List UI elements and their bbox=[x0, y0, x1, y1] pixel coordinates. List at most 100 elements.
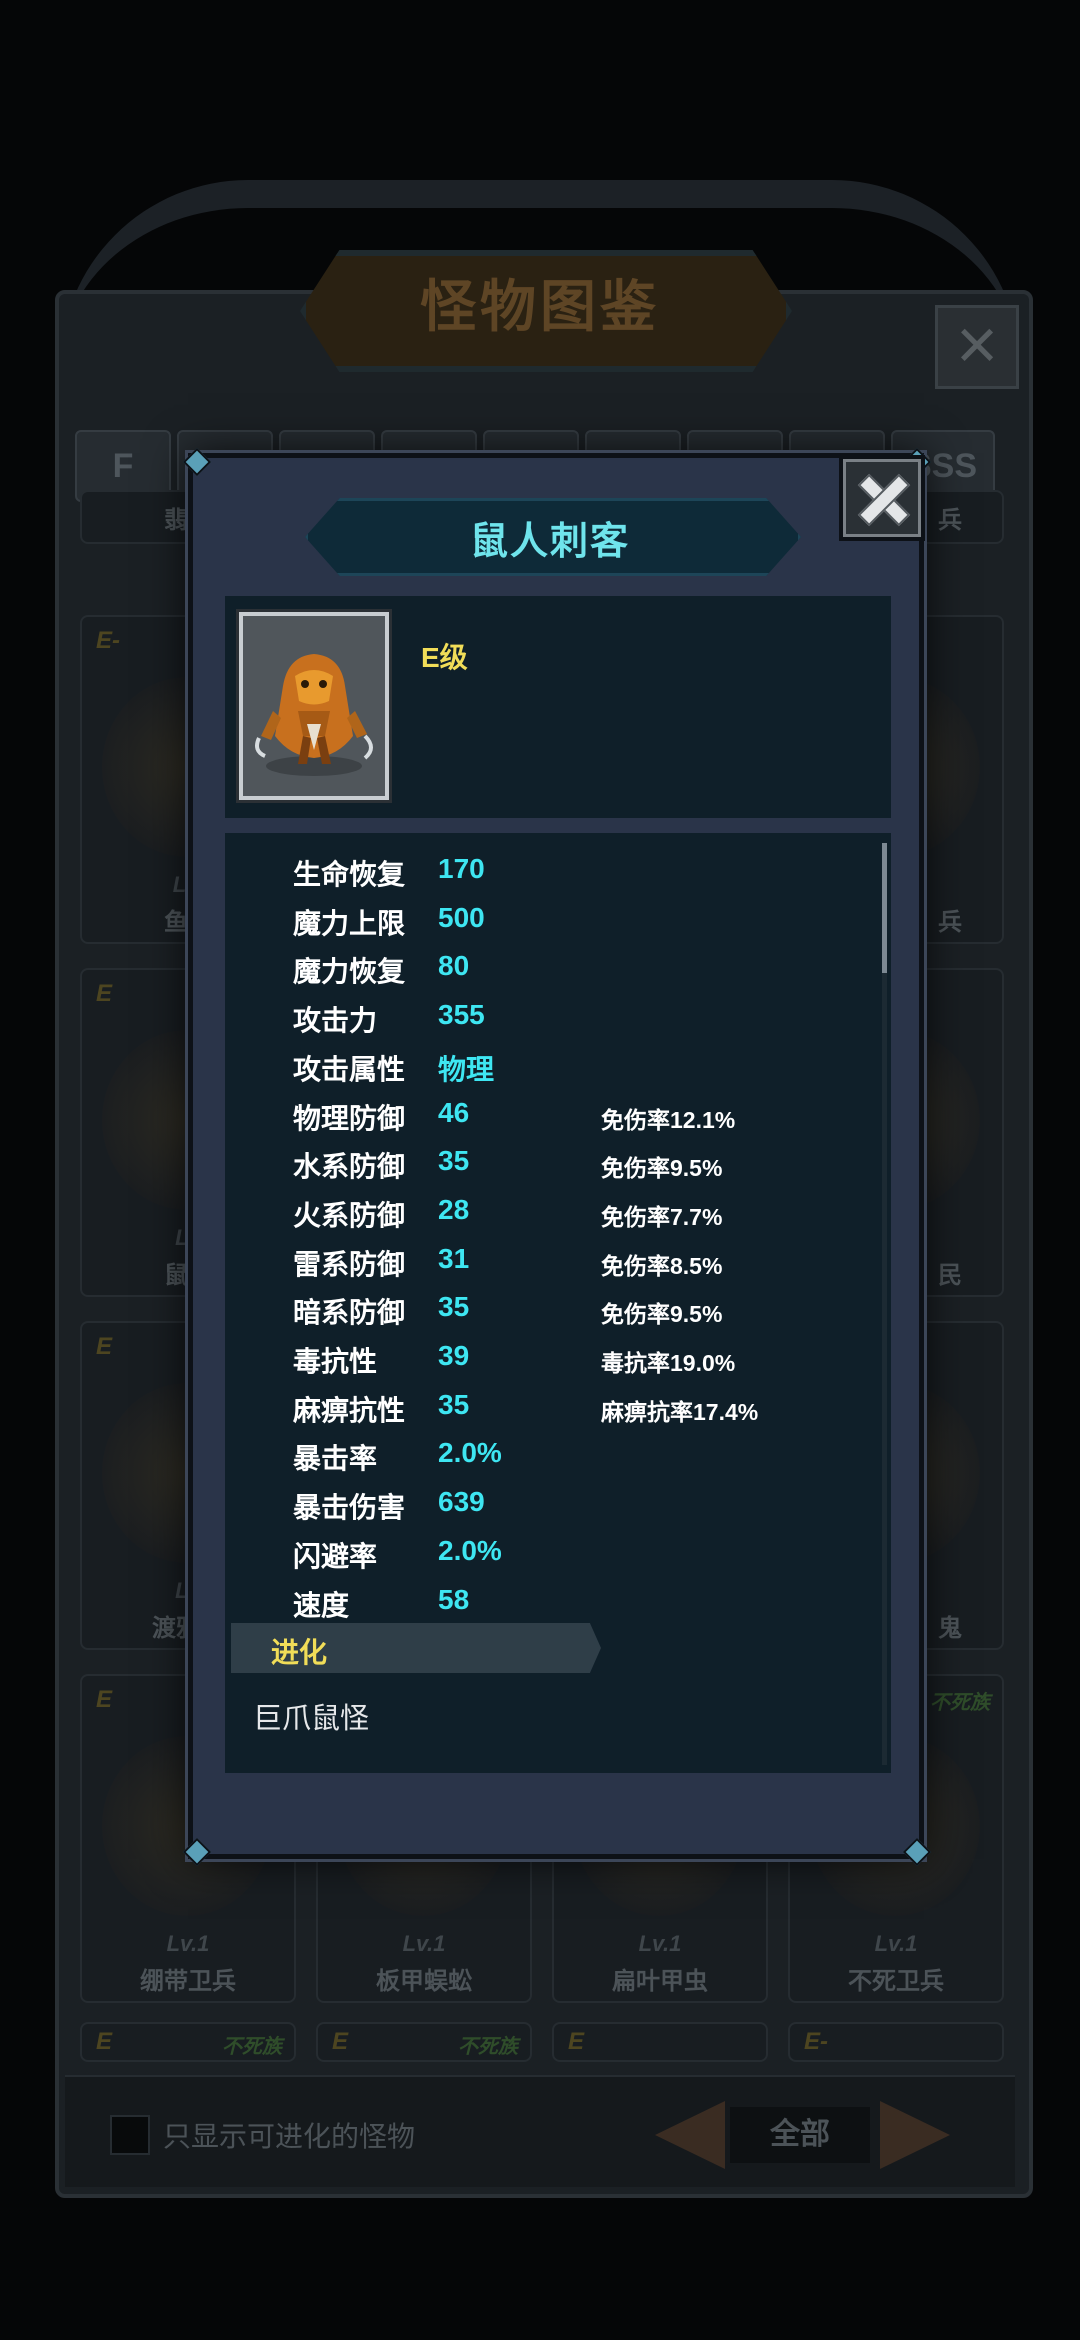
stat-label: 攻击力 bbox=[293, 1005, 378, 1037]
stat-label: 暴击率 bbox=[293, 1443, 378, 1475]
stat-extra: 免伤率9.5% bbox=[601, 1155, 723, 1182]
stat-row: 暴击伤害 639 bbox=[225, 1478, 865, 1524]
monster-name-title: 鼠人刺客 bbox=[469, 521, 630, 563]
stat-value: 35 bbox=[438, 1291, 470, 1323]
monster-grade: E bbox=[96, 1686, 113, 1713]
stat-label: 物理防御 bbox=[293, 1102, 406, 1134]
stat-label: 雷系防御 bbox=[293, 1248, 406, 1280]
monster-grade: E bbox=[96, 1333, 113, 1360]
stat-value: 80 bbox=[438, 950, 470, 982]
monster-detail-dialog: 鼠人刺客 E级 生命恢复 170 魔力上限 500 魔力恢复 80 攻击力 35… bbox=[182, 447, 932, 1867]
close-icon[interactable] bbox=[839, 455, 925, 541]
stat-value: 46 bbox=[438, 1096, 470, 1128]
stat-label: 水系防御 bbox=[293, 1151, 406, 1183]
arrow-left-icon[interactable] bbox=[655, 2101, 725, 2169]
stat-label: 攻击属性 bbox=[293, 1053, 406, 1085]
stat-label: 生命恢复 bbox=[293, 859, 406, 890]
page-title: 怪物图鉴 bbox=[420, 275, 660, 338]
stat-value: 2.0% bbox=[438, 1534, 502, 1566]
monster-level: Lv.1 bbox=[638, 1931, 682, 1956]
stat-row: 攻击力 355 bbox=[225, 991, 865, 1037]
stat-extra: 免伤率12.1% bbox=[601, 1106, 736, 1133]
stat-row: 魔力恢复 80 bbox=[225, 942, 865, 988]
stat-row: 物理防御 46 免伤率12.1% bbox=[225, 1089, 865, 1135]
stat-value: 170 bbox=[438, 853, 485, 884]
stat-label: 麻痹抗性 bbox=[293, 1394, 406, 1426]
stat-value: 28 bbox=[438, 1193, 470, 1225]
stat-value: 639 bbox=[438, 1486, 485, 1518]
monster-grade: E- bbox=[804, 2028, 828, 2055]
stat-extra: 免伤率7.7% bbox=[601, 1203, 723, 1230]
category-selector[interactable]: 全部 bbox=[730, 2107, 870, 2163]
stat-row: 麻痹抗性 35 麻痹抗率17.4% bbox=[225, 1381, 865, 1427]
stat-row: 毒抗性 39 毒抗率19.0% bbox=[225, 1332, 865, 1378]
monster-name: 板甲蜈蚣 bbox=[376, 1968, 472, 1995]
corner-ornament bbox=[182, 447, 212, 477]
stat-label: 暴击伤害 bbox=[293, 1492, 406, 1524]
monster-level: Lv.1 bbox=[402, 1931, 446, 1956]
stat-extra: 麻痹抗率17.4% bbox=[601, 1398, 759, 1425]
monster-level: Lv.1 bbox=[874, 1931, 918, 1956]
stat-extra: 毒抗率19.0% bbox=[601, 1350, 736, 1376]
stat-value: 物理 bbox=[438, 1053, 495, 1085]
monster-race-tag: 不死族 bbox=[458, 2036, 518, 2058]
evolution-section-header: 进化 bbox=[231, 1623, 601, 1673]
monster-level: Lv.1 bbox=[166, 1931, 210, 1956]
monster-name: 不死卫兵 bbox=[848, 1968, 944, 1995]
monster-card[interactable]: E- bbox=[788, 2022, 1004, 2062]
rat-assassin-icon bbox=[255, 654, 373, 776]
monster-grade: E- bbox=[96, 627, 120, 654]
stat-label: 火系防御 bbox=[293, 1199, 406, 1231]
stat-value: 31 bbox=[438, 1242, 470, 1274]
stat-row: 暗系防御 35 免伤率9.5% bbox=[225, 1283, 865, 1329]
evolvable-filter-checkbox[interactable] bbox=[110, 2115, 150, 2155]
stat-label: 魔力恢复 bbox=[293, 956, 406, 988]
stat-value: 355 bbox=[438, 999, 485, 1031]
monster-card[interactable]: E 不死族 bbox=[80, 2022, 296, 2062]
monster-grade: E bbox=[568, 2028, 585, 2055]
stat-value: 39 bbox=[438, 1340, 470, 1371]
scrollbar-thumb[interactable] bbox=[882, 843, 887, 973]
evolution-target[interactable]: 巨爪鼠怪 bbox=[253, 1695, 369, 1737]
monster-card[interactable]: E bbox=[552, 2022, 768, 2062]
monster-grade: E bbox=[332, 2028, 349, 2055]
monster-portrait bbox=[239, 612, 389, 800]
stat-row: 攻击属性 物理 bbox=[225, 1040, 865, 1086]
monster-header: E级 bbox=[225, 596, 891, 818]
evolution-label: 进化 bbox=[271, 1637, 328, 1668]
stat-label: 暗系防御 bbox=[293, 1297, 406, 1329]
stat-label: 毒抗性 bbox=[293, 1346, 378, 1377]
scrollbar[interactable] bbox=[882, 843, 887, 1765]
stat-row: 火系防御 28 免伤率7.7% bbox=[225, 1186, 865, 1232]
monster-race-tag: 不死族 bbox=[930, 1692, 990, 1714]
stat-extra: 免伤率8.5% bbox=[601, 1252, 723, 1279]
stat-value: 35 bbox=[438, 1145, 470, 1177]
evolvable-filter-label: 只显示可进化的怪物 bbox=[163, 2121, 416, 2152]
stat-row: 暴击率 2.0% bbox=[225, 1429, 865, 1475]
stat-value: 58 bbox=[438, 1583, 470, 1615]
stat-value: 2.0% bbox=[438, 1437, 502, 1469]
stat-extra: 免伤率9.5% bbox=[601, 1301, 723, 1328]
bottom-bar: 只显示可进化的怪物 全部 bbox=[65, 2075, 1015, 2187]
stat-label: 速度 bbox=[293, 1589, 350, 1621]
stat-row: 生命恢复 170 bbox=[225, 845, 865, 891]
stat-value: 35 bbox=[438, 1388, 470, 1420]
monster-card[interactable]: E 不死族 bbox=[316, 2022, 532, 2062]
monster-name: 绷带卫兵 bbox=[140, 1968, 236, 1995]
monster-grade: E级 bbox=[421, 642, 468, 673]
stat-row: 速度 58 bbox=[225, 1576, 865, 1622]
arrow-right-icon[interactable] bbox=[880, 2101, 950, 2169]
monster-name: 扁叶甲虫 bbox=[612, 1968, 708, 1995]
stat-row: 水系防御 35 免伤率9.5% bbox=[225, 1137, 865, 1183]
stat-value: 500 bbox=[438, 901, 485, 933]
monster-race-tag: 不死族 bbox=[222, 2036, 282, 2058]
stat-row: 雷系防御 31 免伤率8.5% bbox=[225, 1235, 865, 1281]
monster-grade: E bbox=[96, 2028, 113, 2055]
stat-row: 魔力上限 500 bbox=[225, 894, 865, 940]
stat-label: 闪避率 bbox=[293, 1540, 378, 1572]
monster-grade: E bbox=[96, 980, 113, 1007]
stat-label: 魔力上限 bbox=[293, 907, 406, 939]
close-icon[interactable]: × bbox=[935, 305, 1019, 389]
stat-row: 闪避率 2.0% bbox=[225, 1527, 865, 1573]
stats-panel[interactable]: 生命恢复 170 魔力上限 500 魔力恢复 80 攻击力 355 攻击属性 物… bbox=[225, 833, 891, 1773]
